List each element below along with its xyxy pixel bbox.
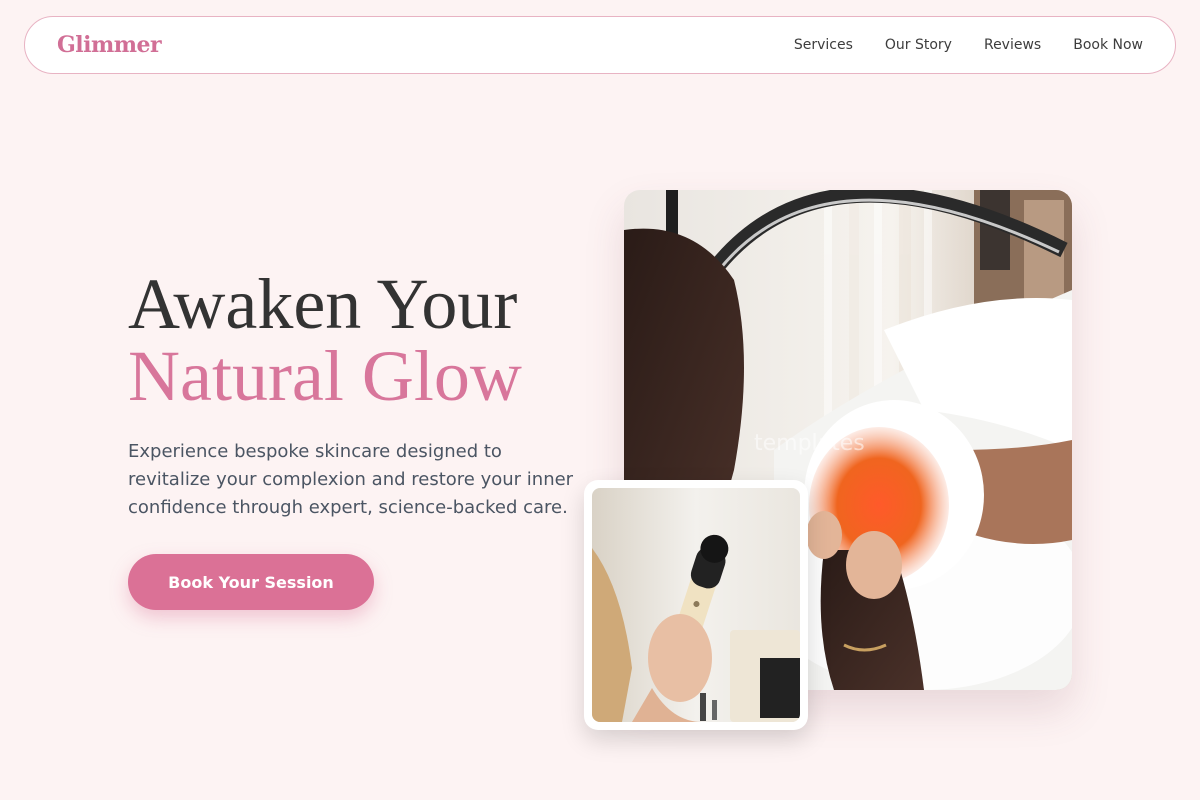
handheld-device-photo — [592, 488, 800, 722]
hero-subtitle: Experience bespoke skincare designed to … — [128, 441, 574, 518]
nav-link-our-story[interactable]: Our Story — [885, 37, 952, 53]
navbar: Glimmer Services Our Story Reviews Book … — [24, 16, 1176, 74]
brand-logo[interactable]: Glimmer — [57, 32, 162, 58]
nav-link-reviews[interactable]: Reviews — [984, 37, 1041, 53]
device-photo-card — [584, 480, 808, 730]
book-session-button[interactable]: Book Your Session — [128, 554, 374, 610]
nav-links: Services Our Story Reviews Book Now — [794, 37, 1143, 53]
hero-title: Awaken Your Natural Glow — [128, 268, 522, 412]
hero-title-line2: Natural Glow — [128, 336, 522, 416]
hero-title-line1: Awaken Your — [128, 264, 518, 344]
image-watermark: templates — [754, 431, 865, 456]
nav-link-book-now[interactable]: Book Now — [1073, 37, 1143, 53]
nav-link-services[interactable]: Services — [794, 37, 853, 53]
